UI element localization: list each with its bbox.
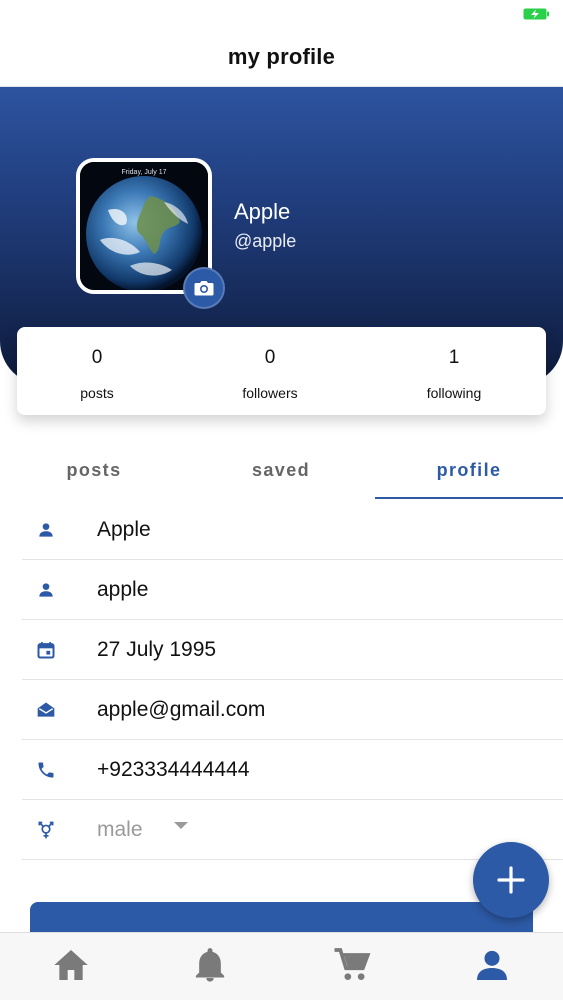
plus-icon — [497, 866, 525, 894]
nav-notifications[interactable] — [190, 945, 230, 985]
nav-home[interactable] — [51, 945, 91, 985]
active-tab-indicator — [375, 497, 563, 499]
info-text: apple — [97, 577, 149, 601]
info-text: apple@gmail.com — [97, 697, 266, 721]
stat-following[interactable]: 1 following — [374, 327, 534, 415]
camera-icon — [194, 281, 214, 296]
app-header: my profile — [0, 28, 563, 87]
person-icon — [477, 950, 507, 980]
change-photo-button[interactable] — [183, 267, 225, 309]
gender-icon — [38, 821, 54, 839]
info-row-email[interactable]: apple@gmail.com — [22, 680, 563, 740]
nav-cart[interactable] — [332, 945, 372, 985]
stat-label: followers — [242, 385, 298, 401]
stat-value: 0 — [264, 347, 276, 368]
tab-profile[interactable]: profile — [375, 440, 563, 500]
info-text: Apple — [97, 517, 151, 541]
cart-icon — [334, 948, 371, 980]
profile-name: Apple — [234, 199, 291, 224]
stat-followers[interactable]: 0 followers — [190, 327, 350, 415]
battery-icon — [523, 8, 549, 20]
info-text: +923334444444 — [97, 757, 250, 781]
info-text: 27 July 1995 — [97, 637, 217, 661]
dropdown-caret-icon[interactable] — [174, 822, 188, 829]
bell-icon — [195, 948, 225, 982]
home-icon — [54, 950, 88, 980]
stat-label: posts — [80, 385, 114, 401]
tab-posts[interactable]: posts — [0, 440, 188, 500]
nav-profile[interactable] — [472, 945, 512, 985]
phone-icon — [38, 762, 54, 778]
gender-select-value: male — [97, 817, 143, 841]
profile-info-list: Apple apple 27 July 1995 apple@gmail.com… — [22, 500, 563, 860]
avatar-earth-image: Friday, July 17 — [80, 162, 208, 290]
stat-value: 1 — [448, 347, 460, 368]
bottom-navigation — [0, 932, 563, 1000]
info-row-name[interactable]: Apple — [22, 500, 563, 560]
info-row-birthday[interactable]: 27 July 1995 — [22, 620, 563, 680]
add-post-button[interactable] — [473, 842, 549, 918]
info-row-username[interactable]: apple — [22, 560, 563, 620]
avatar-overlay-text: Friday, July 17 — [122, 169, 167, 176]
tab-saved[interactable]: saved — [187, 440, 375, 500]
status-bar — [0, 0, 563, 28]
person-icon — [39, 523, 53, 537]
person-icon — [39, 583, 53, 597]
stat-label: following — [426, 385, 482, 401]
profile-handle: @apple — [234, 231, 297, 251]
page-title: my profile — [227, 44, 336, 69]
info-row-gender[interactable]: male — [22, 800, 563, 860]
calendar-icon — [37, 642, 55, 659]
stat-value: 0 — [91, 347, 103, 368]
stats-card: 0 posts 0 followers 1 following — [17, 327, 546, 415]
info-row-phone[interactable]: +923334444444 — [22, 740, 563, 800]
stat-posts[interactable]: 0 posts — [17, 327, 177, 415]
profile-tabs: posts saved profile — [0, 440, 563, 500]
mail-open-icon — [37, 702, 55, 717]
